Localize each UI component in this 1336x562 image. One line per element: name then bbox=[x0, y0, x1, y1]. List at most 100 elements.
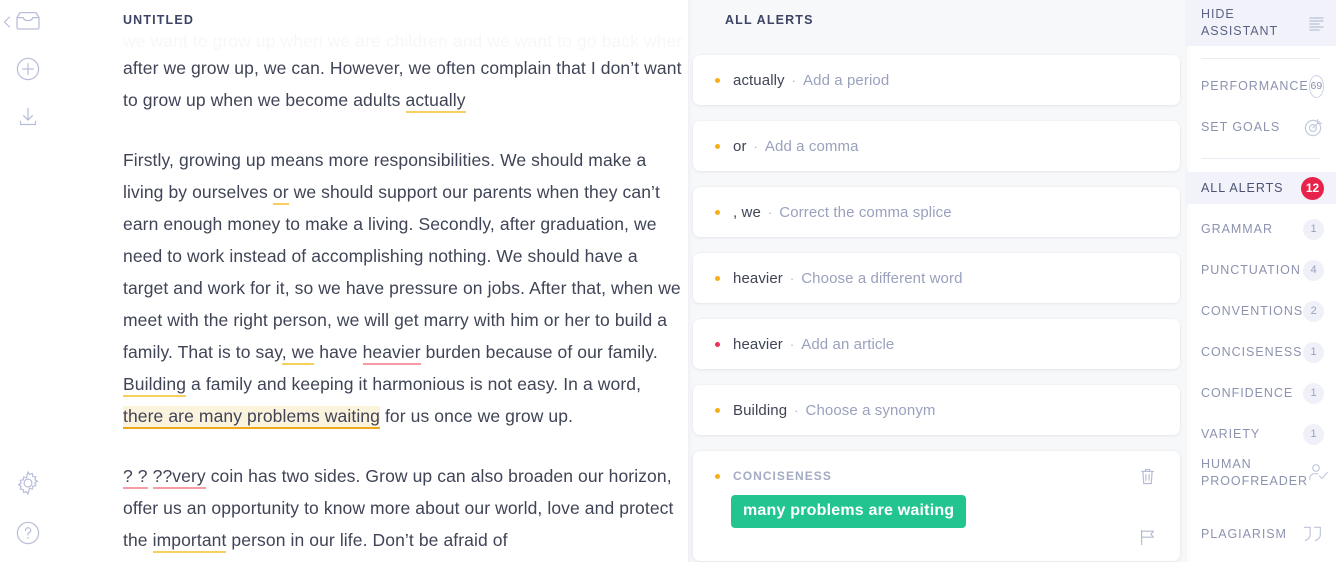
severity-dot-icon bbox=[715, 77, 720, 83]
inbox-icon[interactable] bbox=[0, 8, 55, 34]
plagiarism-label: PLAGIARISM bbox=[1201, 526, 1287, 541]
quotes-icon bbox=[1302, 525, 1324, 543]
severity-dot-icon bbox=[715, 341, 720, 347]
performance-row[interactable]: PERFORMANCE 69 bbox=[1185, 72, 1336, 100]
performance-score: 69 bbox=[1308, 74, 1324, 98]
inline-alert-mark[interactable]: actually bbox=[405, 90, 466, 113]
human-proofreader-row[interactable]: HUMAN PROOFREADER bbox=[1185, 455, 1336, 491]
alert-count-badge: 1 bbox=[1303, 423, 1324, 445]
alert-count-badge: 1 bbox=[1303, 382, 1324, 404]
alert-count-badge: 4 bbox=[1303, 259, 1324, 281]
severity-dot-icon bbox=[715, 209, 720, 215]
divider-mid bbox=[1201, 158, 1320, 159]
page-title: UNTITLED bbox=[123, 13, 194, 27]
alert-action-label: Add a period bbox=[803, 71, 890, 89]
severity-dot-icon bbox=[715, 407, 720, 413]
document-pane: UNTITLED we want to grow up when we are … bbox=[55, 0, 688, 562]
alerts-pane: ALL ALERTS actually · Add a period or · Add a… bbox=[688, 0, 1185, 562]
alert-count-badge: 1 bbox=[1303, 218, 1324, 240]
sidebar-category-conciseness[interactable]: CONCISENESS 1 bbox=[1185, 336, 1336, 368]
alerts-panel-title: ALL ALERTS bbox=[725, 13, 814, 27]
performance-label: PERFORMANCE bbox=[1201, 78, 1309, 93]
alert-card[interactable]: heavier · Add an article bbox=[693, 319, 1180, 369]
inline-alert-mark[interactable]: Building bbox=[123, 374, 187, 397]
hide-assistant-label: HIDE ASSISTANT bbox=[1201, 7, 1279, 38]
active-suggestion-highlight[interactable]: there are many problems waiting bbox=[123, 406, 380, 429]
panel-lines-icon bbox=[1309, 16, 1324, 31]
inline-alert-mark[interactable]: ??very bbox=[152, 466, 206, 489]
document-paragraphs: after we grow up, we can. However, we of… bbox=[123, 52, 683, 556]
gear-icon[interactable] bbox=[0, 470, 55, 496]
alerts-list: actually · Add a period or · Add a comma , we ·… bbox=[693, 55, 1180, 561]
sidebar-category-grammar[interactable]: GRAMMAR 1 bbox=[1185, 213, 1336, 245]
inline-alert-mark[interactable]: , we bbox=[281, 342, 315, 365]
assistant-sidebar: HIDE ASSISTANT PERFORMANCE 69 SET GOALS bbox=[1185, 0, 1336, 562]
set-goals-label: SET GOALS bbox=[1201, 119, 1281, 134]
alert-separator: · bbox=[794, 402, 799, 418]
inline-alert-mark[interactable]: important bbox=[152, 530, 227, 553]
severity-dot-icon bbox=[715, 275, 720, 281]
alert-word: , we bbox=[733, 203, 761, 221]
alert-count-badge: 12 bbox=[1301, 176, 1324, 200]
alert-card[interactable]: Building · Choose a synonym bbox=[693, 385, 1180, 435]
human-proofreader-label: HUMAN PROOFREADER bbox=[1201, 457, 1308, 488]
sidebar-category-label: VARIETY bbox=[1201, 426, 1261, 441]
inline-alert-mark[interactable]: ? ? bbox=[123, 466, 148, 489]
alert-separator: · bbox=[789, 336, 795, 352]
flag-icon[interactable] bbox=[1139, 529, 1156, 551]
alert-action-label: Add a comma bbox=[764, 137, 859, 155]
sidebar-category-all-alerts[interactable]: ALL ALERTS 12 bbox=[1185, 172, 1336, 204]
grammar-checker-app: UNTITLED we want to grow up when we are … bbox=[0, 0, 1336, 562]
inline-alert-mark[interactable]: or bbox=[272, 182, 289, 205]
suggestion-chip[interactable]: many problems are waiting bbox=[731, 495, 967, 528]
alert-separator: · bbox=[791, 72, 797, 88]
alert-separator: · bbox=[753, 138, 758, 154]
document-editor[interactable]: we want to grow up when we are children … bbox=[123, 30, 683, 556]
alert-separator: · bbox=[789, 270, 795, 286]
sidebar-category-label: CONFIDENCE bbox=[1201, 385, 1294, 400]
plagiarism-row[interactable]: PLAGIARISM bbox=[1185, 520, 1336, 548]
set-goals-row[interactable]: SET GOALS bbox=[1185, 113, 1336, 141]
user-check-icon bbox=[1308, 463, 1330, 483]
alert-card[interactable]: heavier · Choose a different word bbox=[693, 253, 1180, 303]
severity-dot-icon bbox=[715, 473, 720, 479]
alert-card[interactable]: , we · Correct the comma splice bbox=[693, 187, 1180, 237]
left-rail bbox=[0, 0, 55, 562]
alert-count-badge: 1 bbox=[1303, 341, 1324, 363]
alert-separator: · bbox=[767, 204, 773, 220]
document-paragraph: ? ? ??very coin has two sides. Grow up c… bbox=[123, 460, 683, 556]
download-icon[interactable] bbox=[0, 104, 55, 130]
alert-action-label: Correct the comma splice bbox=[779, 203, 952, 221]
alert-action-label: Add an article bbox=[801, 335, 895, 353]
alert-action-label: Choose a synonym bbox=[805, 401, 936, 419]
hide-assistant-button[interactable]: HIDE ASSISTANT bbox=[1185, 0, 1336, 46]
sidebar-category-confidence[interactable]: CONFIDENCE 1 bbox=[1185, 377, 1336, 409]
plus-circle-icon[interactable] bbox=[0, 56, 55, 82]
alert-category-label: CONCISENESS bbox=[733, 469, 832, 483]
help-circle-icon[interactable] bbox=[0, 520, 55, 546]
document-paragraph: after we grow up, we can. However, we of… bbox=[123, 52, 683, 116]
alert-card[interactable]: actually · Add a period bbox=[693, 55, 1180, 105]
alert-word: actually bbox=[733, 71, 785, 89]
alert-word: heavier bbox=[733, 269, 783, 287]
alert-count-badge: 2 bbox=[1303, 300, 1325, 322]
alert-word: Building bbox=[733, 401, 788, 419]
inline-alert-mark[interactable]: heavier bbox=[362, 342, 421, 365]
sidebar-category-punctuation[interactable]: PUNCTUATION 4 bbox=[1185, 254, 1336, 286]
alert-word: or bbox=[733, 137, 747, 155]
sidebar-category-label: ALL ALERTS bbox=[1201, 180, 1284, 195]
target-icon bbox=[1303, 117, 1324, 138]
sidebar-category-label: CONCISENESS bbox=[1201, 344, 1303, 359]
sidebar-category-label: PUNCTUATION bbox=[1201, 262, 1301, 277]
divider-top bbox=[1201, 58, 1320, 59]
sidebar-category-variety[interactable]: VARIETY 1 bbox=[1185, 418, 1336, 450]
alert-action-label: Choose a different word bbox=[801, 269, 963, 287]
document-paragraph: Firstly, growing up means more responsib… bbox=[123, 144, 683, 432]
alert-card[interactable]: or · Add a comma bbox=[693, 121, 1180, 171]
sidebar-category-conventions[interactable]: CONVENTIONS 2 bbox=[1185, 295, 1336, 327]
trash-icon[interactable] bbox=[1139, 467, 1156, 491]
sidebar-category-label: GRAMMAR bbox=[1201, 221, 1273, 236]
scrolled-text-fade: we want to grow up when we are children … bbox=[123, 30, 683, 52]
severity-dot-icon bbox=[715, 143, 720, 149]
expanded-alert-card[interactable]: CONCISENESS many problems are waiting bbox=[693, 451, 1180, 561]
